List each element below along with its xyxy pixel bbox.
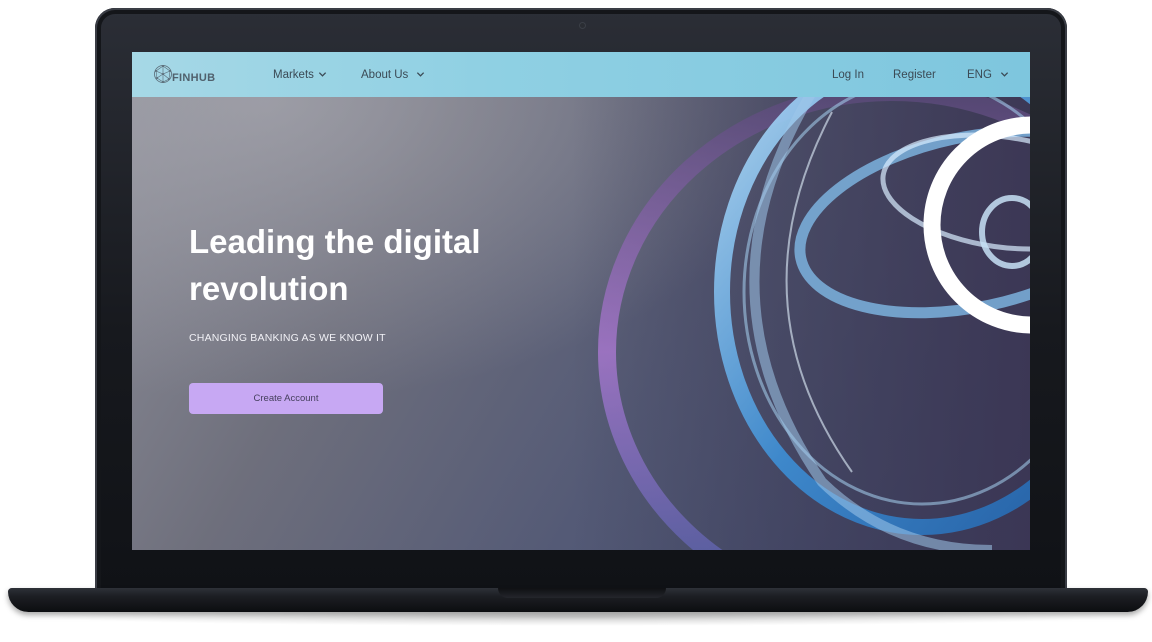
chevron-down-icon: [318, 72, 327, 77]
nav-item-markets[interactable]: Markets: [273, 52, 327, 97]
hero-headline: Leading the digital revolution: [189, 223, 481, 307]
language-selector[interactable]: ENG: [967, 52, 1009, 97]
nav-markets-label: Markets: [273, 68, 314, 81]
network-globe-icon: [154, 65, 172, 83]
top-navigation-bar: FINHUB Markets About Us Log In Register: [132, 52, 1030, 97]
nav-about-label: About Us: [361, 68, 409, 81]
register-label: Register: [893, 68, 936, 81]
webcam-icon: [579, 22, 586, 29]
language-label: ENG: [967, 68, 992, 81]
lid-notch: [498, 588, 666, 598]
chevron-down-icon: [1000, 72, 1009, 77]
brand-name: FINHUB: [172, 72, 216, 84]
login-link[interactable]: Log In: [832, 52, 864, 97]
register-link[interactable]: Register: [893, 52, 936, 97]
chevron-down-icon: [417, 72, 425, 77]
create-account-button[interactable]: Create Account: [189, 383, 383, 414]
finhub-logo[interactable]: FINHUB: [152, 60, 215, 88]
laptop-mockup: FINHUB Markets About Us Log In Register: [0, 0, 1152, 642]
login-label: Log In: [832, 68, 864, 81]
hero-subheading: CHANGING BANKING AS WE KNOW IT: [189, 332, 386, 344]
nav-item-about-us[interactable]: About Us: [361, 52, 425, 97]
website-screen: FINHUB Markets About Us Log In Register: [132, 52, 1030, 550]
laptop-base: [8, 588, 1148, 612]
